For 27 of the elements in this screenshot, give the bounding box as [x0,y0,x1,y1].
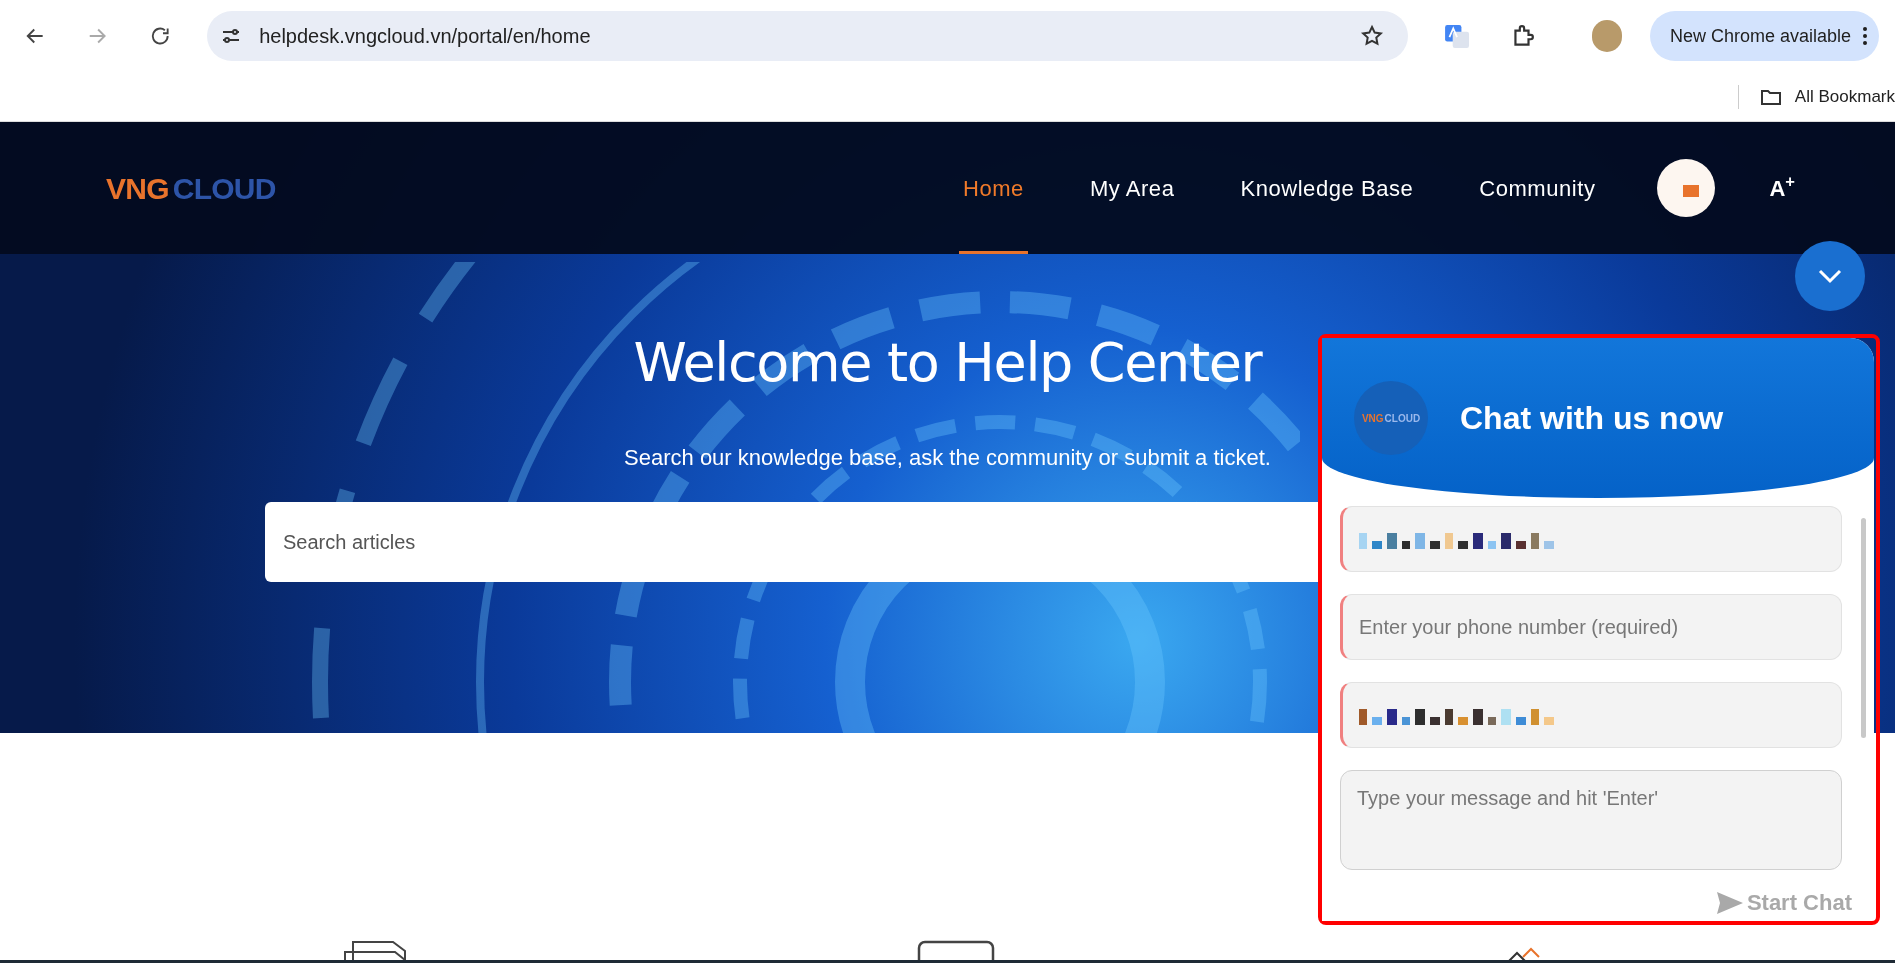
nav-link[interactable]: Home [959,122,1028,254]
user-avatar[interactable] [1657,159,1716,217]
chat-title: Chat with us now [1460,399,1724,438]
input-field[interactable] [1340,506,1842,572]
more-icon [1863,27,1867,45]
input-field[interactable] [1340,682,1842,748]
input-field[interactable]: Enter your phone number (required) [1340,594,1842,660]
star-icon[interactable] [1359,24,1384,48]
url-text: helpdesk.vngcloud.vn/portal/en/home [259,24,592,49]
chat-logo: VNGCLOUD [1354,381,1428,455]
font-size-button[interactable]: A$^{+}$ [1769,171,1795,205]
message-field[interactable]: Type your message and hit 'Enter' [1340,770,1842,870]
search-field[interactable]: Search articles [265,502,1318,582]
site-logo[interactable]: VNGCLOUD [106,165,276,211]
nav-link[interactable]: Community [1475,122,1600,254]
monitor-icon [917,940,995,963]
chevron-down-icon [1817,268,1843,284]
profile-avatar[interactable] [1592,20,1622,52]
update-button[interactable]: New Chrome available [1649,11,1879,61]
nav-link[interactable]: Knowledge Base [1236,122,1418,254]
translate-icon[interactable] [1443,22,1470,50]
send-icon [1716,891,1743,914]
hero-subtitle: Search our knowledge base, ask the community or submit a ticket. [624,444,1271,472]
hero-title: Welcome to Help Center [633,330,1262,396]
address-bar[interactable]: helpdesk.vngcloud.vn/portal/en/home [207,11,1408,61]
bookmarks-link[interactable]: All Bookmark [1794,83,1895,110]
nav-link[interactable]: My Area [1085,122,1179,254]
